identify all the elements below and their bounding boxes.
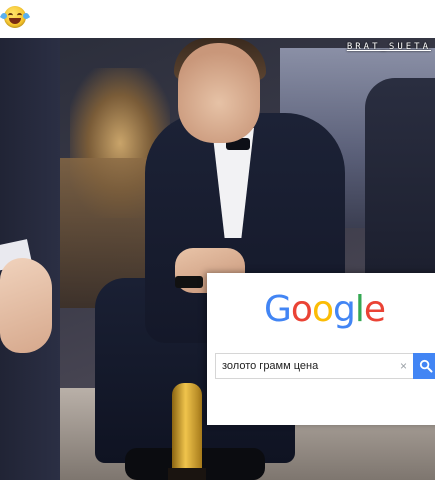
search-bar: золото грамм цена × <box>215 353 435 379</box>
search-query-text: золото грамм цена <box>222 360 319 372</box>
google-search-card: Google золото грамм цена × <box>207 273 435 425</box>
oscar-statuette <box>172 383 202 480</box>
logo-letter: G <box>264 289 292 330</box>
logo-letter: o <box>311 289 334 330</box>
top-bar <box>0 0 435 38</box>
watermark: BRAT_SUETA <box>346 42 431 52</box>
logo-letter: o <box>290 289 313 330</box>
search-input[interactable]: золото грамм цена × <box>215 353 413 379</box>
man-head <box>178 43 260 143</box>
laughing-emoji-icon <box>0 6 31 28</box>
smartphone <box>175 276 203 288</box>
logo-letter: g <box>332 289 356 330</box>
logo-letter: e <box>363 289 386 330</box>
oscar-base <box>168 468 206 480</box>
google-logo: Google <box>207 289 435 330</box>
search-icon <box>419 359 433 373</box>
search-button[interactable] <box>413 353 435 379</box>
left-person-hand <box>0 258 52 353</box>
logo-letter: l <box>354 289 365 330</box>
clear-icon[interactable]: × <box>400 359 407 373</box>
